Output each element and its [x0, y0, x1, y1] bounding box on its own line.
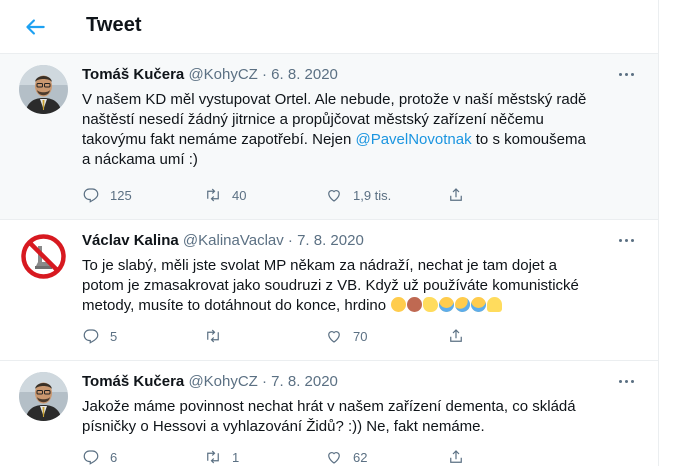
like-count: 1,9 tis. [353, 187, 392, 203]
retweet-icon [207, 450, 219, 464]
heart-icon [328, 452, 340, 464]
back-arrow-icon[interactable] [22, 14, 48, 40]
tweet-text: Jakože máme povinnost nechat hrát v naše… [82, 397, 637, 437]
share-button[interactable] [447, 185, 465, 205]
face-with-tears-of-joy-emoji [471, 297, 487, 313]
tweet-item[interactable]: Václav Kalina @KalinaVaclav · 7. 8. 2020… [0, 220, 658, 361]
reply-button[interactable]: 5 [82, 326, 117, 346]
tweet-text-line: To je slabý, měli jste svolat MP někam z… [82, 257, 557, 274]
author-meta[interactable]: @KohyCZ · 7. 8. 2020 [188, 373, 337, 390]
tweet-text: To je slabý, měli jste svolat MP někam z… [82, 256, 637, 316]
more-options-icon[interactable] [616, 371, 638, 391]
share-button[interactable] [447, 326, 465, 346]
tweet-actions: 6 1 62 [82, 447, 572, 466]
mention-link[interactable]: @PavelNovotnak [355, 131, 471, 148]
retweet-icon [207, 329, 219, 343]
slightly-frowning-face-emoji [391, 297, 407, 313]
heart-icon [328, 331, 340, 343]
tweet-header: Tomáš Kučera @KohyCZ · 6. 8. 2020 [82, 66, 338, 83]
share-button[interactable] [447, 447, 465, 466]
rolling-on-floor-laughing-emoji [452, 294, 474, 315]
avatar[interactable] [19, 232, 68, 281]
retweet-count: 1 [232, 449, 240, 465]
author-meta[interactable]: @KalinaVaclav · 7. 8. 2020 [183, 232, 364, 249]
tweet-text-fragment: metody, musíte to dotáhnout do konce, hr… [82, 297, 391, 314]
reply-icon [83, 329, 99, 344]
retweet-button[interactable]: 1 [204, 447, 239, 466]
heart-icon [328, 190, 340, 202]
page-header: Tweet [0, 0, 658, 54]
tweet-header: Tomáš Kučera @KohyCZ · 7. 8. 2020 [82, 373, 338, 390]
tweet-item[interactable]: Tomáš Kučera @KohyCZ · 7. 8. 2020 Jakože… [0, 361, 658, 466]
retweet-count: 40 [232, 187, 247, 203]
emoji-row [390, 294, 503, 316]
tweet-text-line: naštěstí nesedí žádný jitrnice a propůjč… [82, 111, 544, 128]
tweet-text-line: metody, musíte to dotáhnout do konce, hr… [82, 294, 637, 316]
tweet-item[interactable]: Tomáš Kučera @KohyCZ · 6. 8. 2020 V naše… [0, 54, 658, 220]
reply-icon [83, 188, 99, 203]
more-options-icon[interactable] [616, 64, 638, 84]
like-button[interactable]: 70 [325, 326, 367, 346]
share-icon [450, 450, 462, 463]
tweet-text-line: V našem KD měl vystupovat Ortel. Ale neb… [82, 91, 587, 108]
reply-count: 125 [110, 187, 132, 203]
tweet-text-line: Jakože máme povinnost nechat hrát v naše… [82, 398, 576, 415]
tweet-text-line: potom je zmasakrovat jako soudruzi z VB.… [82, 277, 579, 294]
flexed-biceps-emoji [423, 297, 439, 313]
author-name[interactable]: Tomáš Kučera [82, 373, 184, 390]
like-button[interactable]: 1,9 tis. [325, 185, 391, 205]
page-title: Tweet [86, 14, 142, 36]
more-options-icon[interactable] [616, 230, 638, 250]
see-no-evil-monkey-emoji [407, 297, 423, 313]
reply-button[interactable]: 6 [82, 447, 117, 466]
reply-button[interactable]: 125 [82, 185, 132, 205]
retweet-button[interactable] [204, 326, 232, 346]
author-name[interactable]: Václav Kalina [82, 232, 179, 249]
tweet-text: V našem KD měl vystupovat Ortel. Ale neb… [82, 90, 637, 170]
reply-icon [83, 450, 99, 465]
retweet-button[interactable]: 40 [204, 185, 246, 205]
retweet-icon [207, 188, 219, 202]
tweet-text-fragment: takovýmu fakt nemáme zapotřebí. Nejen [82, 131, 356, 148]
tweet-column: Tweet Tomáš Kučera @KohyCZ · 6. 8. 2020 [0, 0, 659, 466]
face-with-tears-of-joy-emoji [439, 297, 455, 313]
tweet-actions: 125 40 1,9 tis. [82, 185, 572, 205]
author-name[interactable]: Tomáš Kučera [82, 66, 184, 83]
folded-hands-emoji [487, 297, 503, 313]
tweet-text-line: a náckama umí :) [82, 151, 198, 168]
tweet-text-line: takovýmu fakt nemáme zapotřebí. Nejen @P… [82, 130, 637, 150]
reply-count: 5 [110, 328, 118, 344]
share-icon [450, 329, 462, 342]
author-meta[interactable]: @KohyCZ · 6. 8. 2020 [188, 66, 337, 83]
avatar[interactable] [19, 372, 68, 421]
like-count: 70 [353, 328, 368, 344]
tweet-text-line: písničky o Hessovi a vyhlazování Židů? :… [82, 418, 485, 435]
avatar[interactable] [19, 65, 68, 114]
like-button[interactable]: 62 [325, 447, 367, 466]
tweet-text-fragment: to s komoušema [471, 131, 586, 148]
like-count: 62 [353, 449, 368, 465]
tweet-actions: 5 70 [82, 326, 572, 346]
tweet-header: Václav Kalina @KalinaVaclav · 7. 8. 2020 [82, 232, 364, 249]
share-icon [450, 188, 462, 201]
reply-count: 6 [110, 449, 118, 465]
